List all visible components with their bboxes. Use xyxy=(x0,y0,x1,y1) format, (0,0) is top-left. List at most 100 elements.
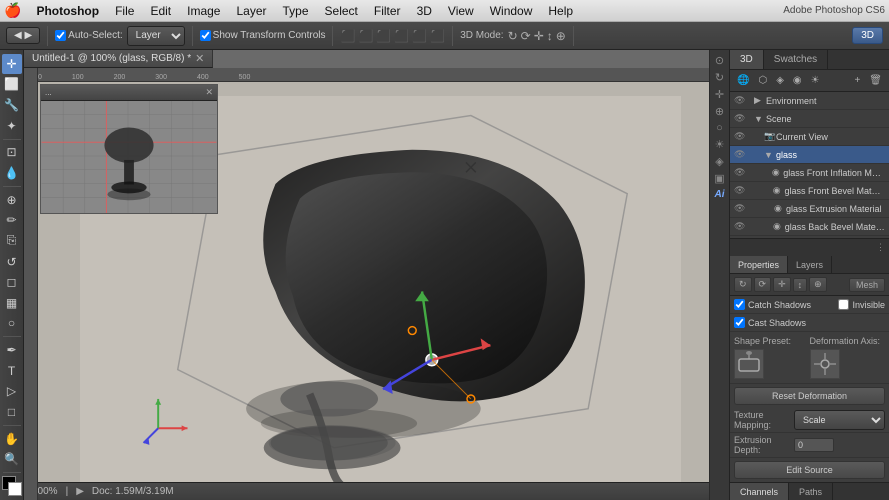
tree-item-glass-front-bevel[interactable]: 👁 ◉ glass Front Bevel Material xyxy=(730,182,889,200)
props-roll-btn[interactable]: ⟳ xyxy=(754,277,772,292)
preview-window[interactable]: ... ✕ xyxy=(40,84,218,214)
visibility-eye-icon[interactable]: 👁 xyxy=(734,221,746,232)
doc-close-button[interactable]: ✕ xyxy=(195,52,204,65)
shape-tool[interactable]: □ xyxy=(2,402,22,422)
3d-camera-icon[interactable]: ◈ xyxy=(715,155,723,168)
invisible-checkbox[interactable] xyxy=(838,299,849,310)
reset-deformation-button[interactable]: Reset Deformation xyxy=(734,387,885,405)
move-tool-options[interactable]: ◀ ▶ xyxy=(6,27,40,44)
3d-mesh2-icon[interactable]: ▣ xyxy=(714,172,724,185)
tab-3d[interactable]: 3D xyxy=(730,50,764,69)
tab-swatches[interactable]: Swatches xyxy=(764,50,828,69)
align-left-icon[interactable]: ⬛ xyxy=(340,29,355,43)
path-select-tool[interactable]: ▷ xyxy=(2,382,22,402)
align-top-icon[interactable]: ⬛ xyxy=(394,29,409,43)
3d-light-icon[interactable]: ☀ xyxy=(715,138,725,151)
clone-tool[interactable]: ⎘ xyxy=(2,231,22,251)
crop-tool[interactable]: ⊡ xyxy=(2,143,22,163)
visibility-eye-icon[interactable]: 👁 xyxy=(734,131,746,142)
menu-3d[interactable]: 3D xyxy=(410,2,439,20)
menu-file[interactable]: File xyxy=(108,2,141,20)
edit-source-button[interactable]: Edit Source xyxy=(734,461,885,479)
tree-item-glass-extrusion[interactable]: 👁 ◉ glass Extrusion Material xyxy=(730,200,889,218)
tree-item-scene[interactable]: 👁 ▼ Scene xyxy=(730,110,889,128)
deformation-axis-selector[interactable] xyxy=(810,349,840,379)
menu-window[interactable]: Window xyxy=(483,2,540,20)
align-middle-icon[interactable]: ⬛ xyxy=(412,29,427,43)
menu-help[interactable]: Help xyxy=(541,2,580,20)
visibility-eye-icon[interactable]: 👁 xyxy=(734,95,746,106)
align-bottom-icon[interactable]: ⬛ xyxy=(430,29,445,43)
visibility-eye-icon[interactable]: 👁 xyxy=(734,167,745,178)
visibility-eye-icon[interactable]: 👁 xyxy=(734,113,746,124)
3d-filter-light-icon[interactable]: ☀ xyxy=(808,74,823,87)
hand-tool[interactable]: ✋ xyxy=(2,429,22,449)
3d-roll-icon[interactable]: ⟳ xyxy=(521,29,531,43)
pen-tool[interactable]: ✒ xyxy=(2,340,22,360)
tab-properties[interactable]: Properties xyxy=(730,256,788,273)
auto-select-dropdown[interactable]: Layer Group xyxy=(127,26,185,46)
3d-delete-icon[interactable]: 🗑 xyxy=(866,74,885,87)
props-scale-btn[interactable]: ⊕ xyxy=(809,277,827,292)
auto-select-checkbox[interactable] xyxy=(55,30,66,41)
3d-add-icon[interactable]: + xyxy=(851,74,863,87)
tab-paths[interactable]: Paths xyxy=(789,483,833,500)
zoom-tool[interactable]: 🔍 xyxy=(2,449,22,469)
shape-preset-selector[interactable] xyxy=(734,349,764,379)
menu-select[interactable]: Select xyxy=(318,2,365,20)
type-tool[interactable]: T xyxy=(2,361,22,381)
canvas-container[interactable]: 0 100 200 300 400 500 ... ✕ xyxy=(24,68,709,500)
3d-filter-environment-icon[interactable]: 🌐 xyxy=(734,74,752,87)
eyedropper-tool[interactable]: 💧 xyxy=(2,163,22,183)
tree-item-glass-back-bevel[interactable]: 👁 ◉ glass Back Bevel Material xyxy=(730,218,889,236)
background-color[interactable] xyxy=(8,482,22,496)
menu-type[interactable]: Type xyxy=(276,2,316,20)
texture-mapping-dropdown[interactable]: Scale Tile UV xyxy=(794,410,885,430)
tab-layers[interactable]: Layers xyxy=(788,256,832,273)
menu-filter[interactable]: Filter xyxy=(367,2,408,20)
panel-options-icon[interactable]: ⋮ xyxy=(876,242,885,253)
dodge-tool[interactable]: ○ xyxy=(2,314,22,334)
3d-orbit-icon[interactable]: ○ xyxy=(716,122,723,134)
align-center-icon[interactable]: ⬛ xyxy=(358,29,373,43)
apple-menu-icon[interactable]: 🍎 xyxy=(4,2,21,19)
visibility-eye-icon[interactable]: 👁 xyxy=(734,149,746,160)
align-right-icon[interactable]: ⬛ xyxy=(376,29,391,43)
3d-rotate2-icon[interactable]: ↻ xyxy=(715,71,724,84)
3d-layers-tree[interactable]: 👁 ▶ Environment 👁 ▼ Scene 👁 📷 Current Vi… xyxy=(730,92,889,238)
eraser-tool[interactable]: ◻ xyxy=(2,272,22,292)
menu-view[interactable]: View xyxy=(441,2,481,20)
catch-shadows-checkbox[interactable] xyxy=(734,299,745,310)
menu-edit[interactable]: Edit xyxy=(143,2,178,20)
brush-tool[interactable]: ✏ xyxy=(2,210,22,230)
lasso-tool[interactable]: 🔧 xyxy=(2,95,22,115)
history-brush-tool[interactable]: ↺ xyxy=(2,252,22,272)
marquee-tool[interactable]: ⬜ xyxy=(2,75,22,95)
3d-rotate-icon[interactable]: ↻ xyxy=(508,29,518,43)
spot-heal-tool[interactable]: ⊕ xyxy=(2,190,22,210)
magic-wand-tool[interactable]: ✦ xyxy=(2,116,22,136)
props-rotate-btn[interactable]: ↻ xyxy=(734,277,752,292)
show-transform-checkbox[interactable] xyxy=(200,30,211,41)
3d-pan2-icon[interactable]: ✛ xyxy=(715,88,724,101)
tree-item-glass-front-inflation[interactable]: 👁 ◉ glass Front Inflation Mate... xyxy=(730,164,889,182)
color-swatches[interactable] xyxy=(2,476,22,496)
3d-filter-mesh-icon[interactable]: ◈ xyxy=(773,74,787,87)
tree-item-current-view[interactable]: 👁 📷 Current View xyxy=(730,128,889,146)
play-button[interactable]: ▶ xyxy=(76,486,84,497)
3d-view-icon[interactable]: ⊙ xyxy=(715,54,724,67)
tab-channels[interactable]: Channels xyxy=(730,483,789,500)
menu-image[interactable]: Image xyxy=(180,2,227,20)
props-slide-btn[interactable]: ↕ xyxy=(793,278,808,292)
3d-filter-scene-icon[interactable]: ⬡ xyxy=(755,74,770,87)
menu-layer[interactable]: Layer xyxy=(229,2,273,20)
canvas-area[interactable]: Untitled-1 @ 100% (glass, RGB/8) * ✕ 0 1… xyxy=(24,50,709,500)
move-tool[interactable]: ✛ xyxy=(2,54,22,74)
menu-photoshop[interactable]: Photoshop xyxy=(29,2,106,20)
3d-zoom2-icon[interactable]: ⊕ xyxy=(715,105,724,118)
tree-item-environment[interactable]: 👁 ▶ Environment xyxy=(730,92,889,110)
tree-item-glass[interactable]: 👁 ▼ glass xyxy=(730,146,889,164)
3d-zoom-icon[interactable]: ⊕ xyxy=(556,29,566,43)
preview-canvas[interactable] xyxy=(41,101,217,213)
3d-filter-material-icon[interactable]: ◉ xyxy=(790,74,805,87)
